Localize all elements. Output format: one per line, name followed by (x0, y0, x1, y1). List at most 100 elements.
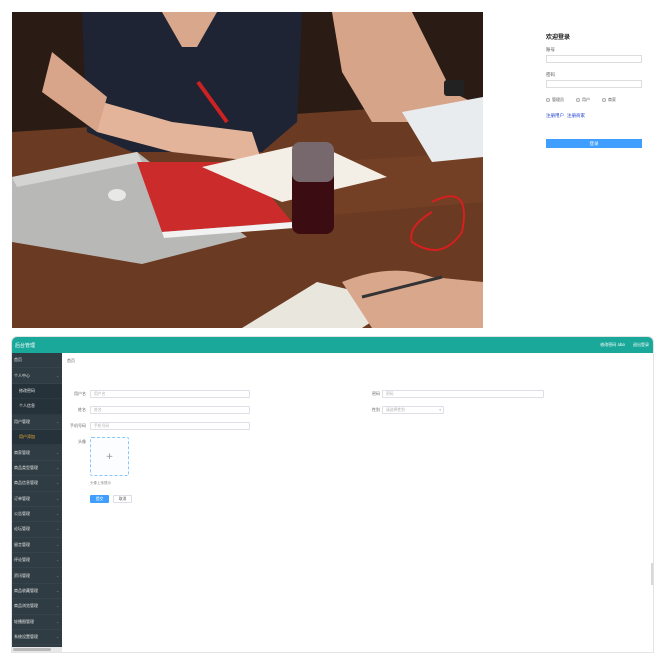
plus-icon: + (105, 451, 114, 462)
sidebar-item[interactable]: 修改密码 (12, 383, 62, 400)
login-title: 欢迎登录 (546, 34, 571, 41)
sidebar-item[interactable]: 商品信息管理 ⌄ (12, 476, 62, 492)
register-user-link[interactable]: 注册用户 (546, 113, 564, 119)
sidebar-item[interactable]: 用户管理 ⌄ (12, 415, 62, 430)
role-label: 用户 (582, 97, 590, 102)
sidebar-item[interactable]: 首页 (12, 353, 62, 369)
scrollbar-thumb[interactable] (13, 648, 51, 651)
breadcrumb[interactable]: 首页 (67, 358, 75, 364)
sidebar-item-label: 公告管理 (14, 511, 30, 517)
username-label: 用户名 (74, 391, 86, 396)
sidebar-item[interactable]: 个人中心 ⌄ (12, 368, 62, 384)
chevron-down-icon: ⌄ (56, 465, 59, 470)
header-link-password[interactable]: 修改密码 abo (600, 342, 625, 348)
username-input[interactable] (546, 55, 642, 63)
chevron-down-icon: ⌄ (56, 419, 59, 424)
role-radio-group: 管理员 用户 商家 (546, 97, 642, 103)
radio-circle-icon (576, 98, 580, 102)
chevron-down-icon: ⌄ (56, 619, 59, 624)
sidebar-item-label: 个人信息 (19, 403, 35, 409)
chevron-down-icon: ⌄ (56, 573, 59, 578)
role-label: 商家 (608, 97, 616, 102)
phone-label: 手机号码 (70, 423, 86, 428)
username-input[interactable]: 用户名 (90, 390, 250, 398)
username-label: 账号 (546, 48, 555, 53)
sidebar-item[interactable]: 商品类型管理 ⌄ (12, 461, 62, 477)
sidebar-item-label: 商品浏览管理 (14, 603, 38, 609)
chevron-down-icon: ⌄ (56, 558, 59, 563)
main-scrollbar[interactable] (651, 563, 653, 585)
password-input[interactable] (546, 80, 642, 88)
sidebar-item-label: 订单管理 (14, 495, 30, 501)
sidebar-item[interactable]: 用户添加 (12, 429, 62, 446)
chevron-down-icon: ⌄ (56, 589, 59, 594)
avatar-upload[interactable]: + (90, 437, 129, 476)
name-input[interactable]: 姓名 (90, 406, 250, 414)
chevron-down-icon: ⌄ (56, 635, 59, 640)
chevron-down-icon: ⌄ (56, 512, 59, 517)
cancel-button[interactable]: 取消 (113, 495, 132, 503)
gender-select-value: 请选择性别 (386, 407, 405, 412)
phone-input[interactable]: 手机号码 (90, 422, 250, 430)
role-radio-user[interactable]: 用户 (576, 97, 590, 103)
register-merchant-link[interactable]: 注册商家 (567, 113, 585, 119)
role-radio-admin[interactable]: 管理员 (546, 97, 564, 103)
gender-label: 性别 (372, 407, 380, 412)
name-label: 姓名 (78, 407, 86, 412)
login-form: 欢迎登录 账号 密码 管理员 用户 商家 注册用户 注册商家 登录 (546, 32, 642, 148)
sidebar-item-label: 轮播图管理 (14, 618, 34, 624)
sidebar-item[interactable]: 公告管理 ⌄ (12, 507, 62, 523)
sidebar-item[interactable]: 系统设置管理 ⌄ (12, 630, 62, 646)
avatar-label: 头像 (78, 439, 86, 444)
sidebar-item-label: 个人中心 (14, 372, 30, 378)
sidebar-scrollbar[interactable] (12, 647, 62, 652)
radio-circle-icon (546, 98, 550, 102)
header-link-logout[interactable]: 退出登录 (633, 342, 649, 348)
sidebar-item[interactable]: 轮播图管理 ⌄ (12, 615, 62, 631)
radio-circle-icon (602, 98, 606, 102)
upload-hint: 头像上传提示 (90, 481, 111, 485)
sidebar-item-label: 商品类型管理 (14, 464, 38, 470)
chevron-down-icon: ⌄ (56, 604, 59, 609)
password-input[interactable]: 密码 (382, 390, 544, 398)
login-button[interactable]: 登录 (546, 139, 642, 148)
sidebar-item-label: 用户添加 (19, 434, 35, 440)
chevron-down-icon: ⌄ (56, 450, 59, 455)
sidebar-item-label: 系统设置管理 (14, 634, 38, 640)
chevron-down-icon: ▾ (439, 408, 441, 412)
login-links: 注册用户 注册商家 (546, 113, 642, 119)
sidebar-item-label: 商品信息管理 (14, 480, 38, 486)
sidebar-item[interactable]: 资讯管理 ⌄ (12, 568, 62, 584)
sidebar-item-label: 资讯管理 (14, 572, 30, 578)
sidebar-item[interactable]: 订单管理 ⌄ (12, 492, 62, 507)
password-label: 密码 (546, 73, 555, 78)
chevron-down-icon: ⌄ (56, 496, 59, 501)
chevron-down-icon: ⌄ (56, 542, 59, 547)
sidebar-item[interactable]: 个人信息 (12, 399, 62, 415)
sidebar-item[interactable]: 商品浏览管理 ⌄ (12, 599, 62, 615)
brand-title: 后台管理 (15, 342, 36, 349)
main-content: 首页 用户名 用户名 密码 密码 姓名 姓名 性别 请选择性别 ▾ 手机号码 手… (62, 353, 653, 652)
sidebar-item[interactable]: 论坛管理 ⌄ (12, 522, 62, 538)
gender-select[interactable]: 请选择性别 ▾ (382, 406, 444, 414)
admin-screen: 后台管理 修改密码 abo 退出登录 首页 个人中心 ⌄ 修改密码 个人信息 用户管理 ⌄ 用… (11, 336, 654, 653)
admin-header: 后台管理 修改密码 abo 退出登录 (12, 337, 653, 353)
sidebar-item-label: 用户管理 (14, 418, 30, 424)
chevron-down-icon: ⌄ (56, 527, 59, 532)
sidebar-item-label: 留言管理 (14, 541, 30, 547)
role-radio-merchant[interactable]: 商家 (602, 97, 616, 103)
sidebar-item[interactable]: 商品收藏管理 ⌄ (12, 584, 62, 600)
chevron-down-icon: ⌄ (56, 373, 59, 378)
desk-scene-image (12, 12, 483, 328)
header-links: 修改密码 abo 退出登录 (600, 342, 653, 348)
sidebar: 首页个人中心 ⌄ 修改密码个人信息用户管理 ⌄ 用户添加商家管理 ⌄ 商品类型管理 ⌄ 商品信息… (12, 353, 62, 652)
sidebar-menu: 首页个人中心 ⌄ 修改密码个人信息用户管理 ⌄ 用户添加商家管理 ⌄ 商品类型管理 ⌄ 商品信息… (12, 353, 62, 652)
hero-photo (12, 12, 483, 328)
sidebar-item[interactable]: 留言管理 ⌄ (12, 538, 62, 554)
sidebar-item[interactable]: 评论管理 ⌄ (12, 553, 62, 569)
sidebar-item-label: 商家管理 (14, 449, 30, 455)
submit-button[interactable]: 提交 (90, 495, 109, 503)
sidebar-item[interactable]: 商家管理 ⌄ (12, 445, 62, 461)
sidebar-item-label: 商品收藏管理 (14, 588, 38, 594)
password-label: 密码 (372, 391, 380, 396)
